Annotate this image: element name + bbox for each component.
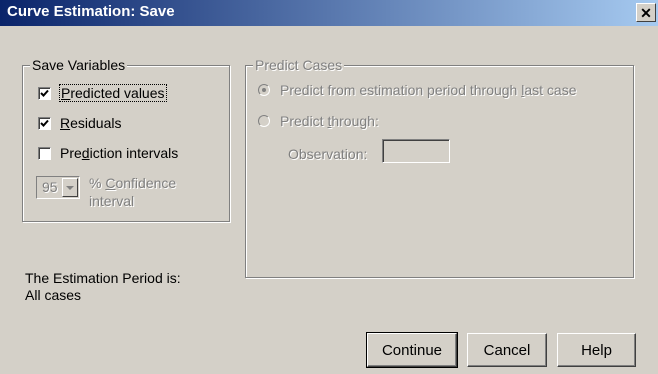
continue-button[interactable]: Continue — [366, 332, 458, 368]
observation-input[interactable] — [382, 139, 450, 163]
save-variables-group: Save Variables Predicted values Residual… — [22, 57, 230, 222]
estimation-period-value: All cases — [25, 287, 82, 303]
close-icon: ✕ — [640, 4, 652, 21]
help-button[interactable]: Help — [557, 333, 636, 367]
prediction-intervals-label: Prediction intervals — [60, 145, 179, 161]
predicted-values-checkbox-row[interactable]: Predicted values — [38, 84, 167, 102]
confidence-interval-label: % Confidence interval — [89, 175, 177, 209]
observation-label: Observation: — [288, 146, 368, 162]
window-title: Curve Estimation: Save — [7, 3, 175, 20]
prediction-intervals-checkbox-row[interactable]: Prediction intervals — [38, 145, 178, 161]
predict-through-last-case-radio[interactable] — [258, 84, 270, 96]
estimation-period-heading: The Estimation Period is: — [25, 270, 181, 286]
predict-through-radio-row[interactable]: Predict through: — [258, 113, 379, 129]
predict-cases-group: Predict Cases Predict from estimation pe… — [245, 57, 634, 278]
residuals-checkbox[interactable] — [38, 116, 51, 130]
cancel-button[interactable]: Cancel — [467, 333, 547, 367]
predict-through-last-case-radio-row[interactable]: Predict from estimation period through l… — [258, 82, 577, 98]
predicted-values-label: Predicted values — [59, 84, 167, 102]
chevron-down-icon[interactable] — [62, 178, 78, 197]
predicted-values-checkbox[interactable] — [38, 86, 51, 100]
confidence-level-value: 95 — [42, 179, 58, 195]
checkmark-icon — [40, 119, 49, 127]
curve-estimation-save-dialog: Curve Estimation: Save ✕ Save Variables … — [0, 0, 658, 374]
close-button[interactable]: ✕ — [636, 3, 656, 22]
predict-through-last-case-label: Predict from estimation period through l… — [280, 82, 577, 98]
confidence-level-select[interactable]: 95 — [36, 176, 80, 199]
predict-through-radio[interactable] — [258, 115, 270, 127]
residuals-label: Residuals — [60, 115, 122, 131]
residuals-checkbox-row[interactable]: Residuals — [38, 115, 122, 131]
checkmark-icon — [40, 89, 49, 97]
title-bar: Curve Estimation: Save ✕ — [0, 0, 658, 26]
prediction-intervals-checkbox[interactable] — [38, 146, 51, 160]
save-variables-legend: Save Variables — [30, 57, 128, 73]
predict-through-label: Predict through: — [280, 113, 379, 129]
predict-cases-legend: Predict Cases — [253, 57, 345, 73]
